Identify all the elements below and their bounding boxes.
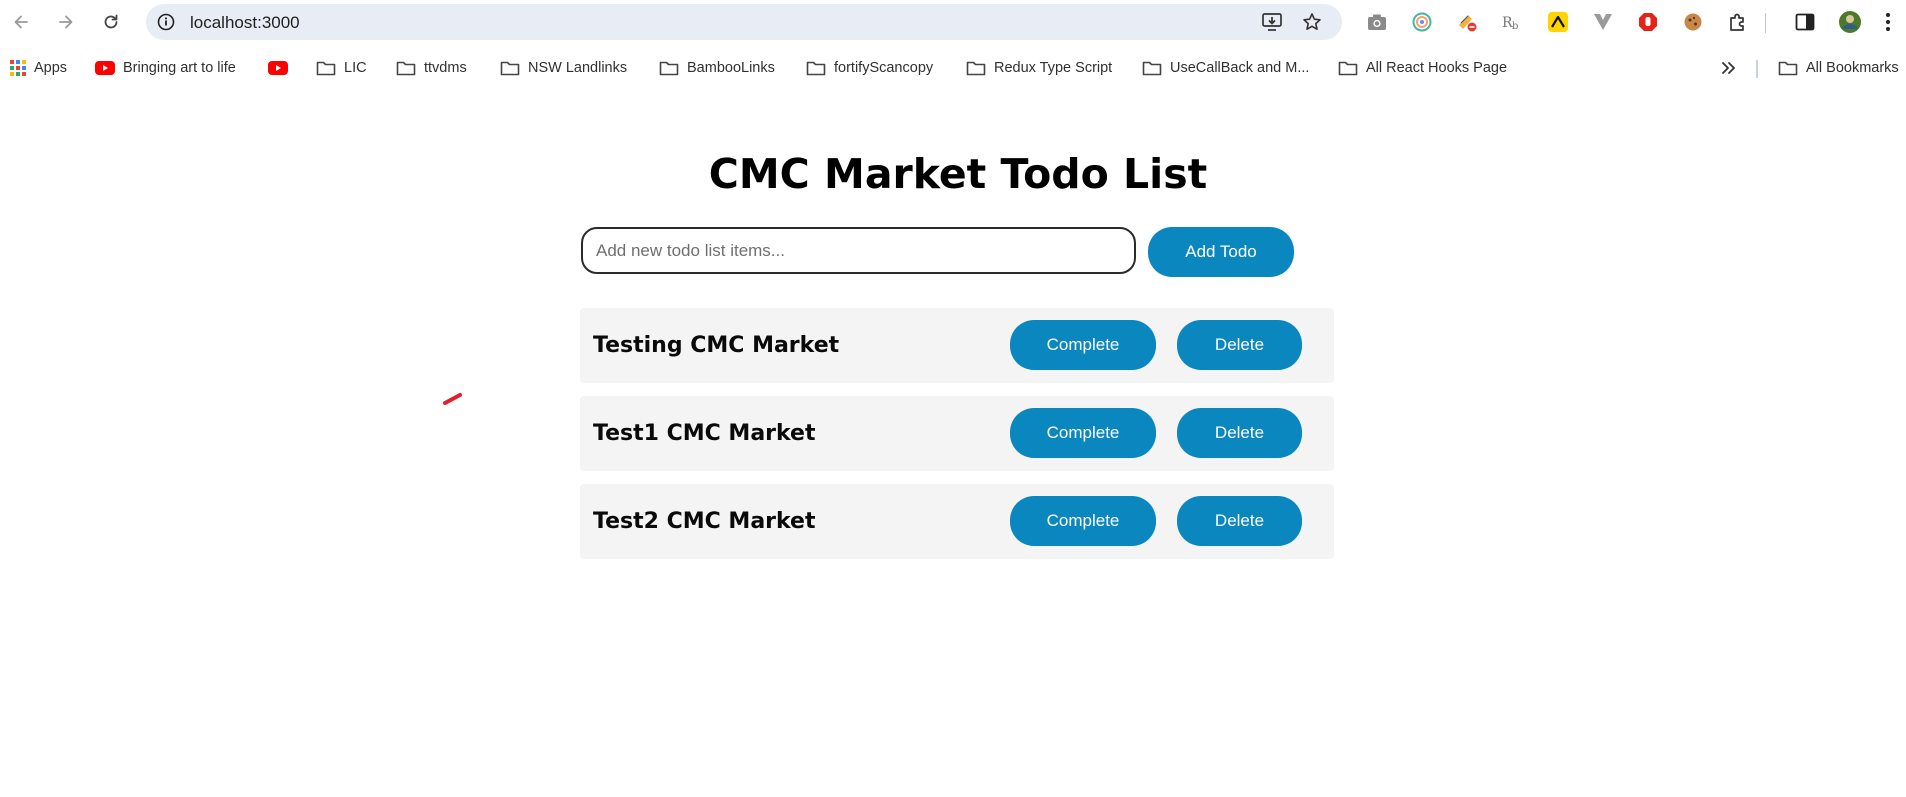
add-todo-button[interactable]: Add Todo xyxy=(1148,227,1294,277)
bookmark-label: Redux Type Script xyxy=(994,60,1113,76)
todo-text: Testing CMC Market xyxy=(593,333,840,358)
yellow-extension-icon[interactable] xyxy=(1546,10,1570,34)
bookmarks-bar: Apps Bringing art to life LIC ttvdms NSW… xyxy=(0,54,1906,84)
url-text[interactable]: localhost:3000 xyxy=(190,13,300,33)
v-extension-icon[interactable] xyxy=(1591,10,1615,34)
folder-icon xyxy=(966,60,986,76)
bookmark-folder-bamboolinks[interactable]: BambooLinks xyxy=(659,56,775,80)
todo-input[interactable] xyxy=(581,227,1136,274)
complete-button[interactable]: Complete xyxy=(1010,320,1156,370)
folder-icon xyxy=(500,60,520,76)
todo-item: Test2 CMC Market Complete Delete xyxy=(580,484,1334,559)
todo-item: Testing CMC Market Complete Delete xyxy=(580,308,1334,383)
bookmark-folder-all-react-hooks[interactable]: All React Hooks Page xyxy=(1338,56,1507,80)
youtube-icon xyxy=(268,61,288,75)
folder-icon xyxy=(316,60,336,76)
extensions-puzzle-icon[interactable] xyxy=(1726,10,1750,34)
red-pen-mark xyxy=(443,392,463,411)
todo-item: Test1 CMC Market Complete Delete xyxy=(580,396,1334,471)
complete-button[interactable]: Complete xyxy=(1010,496,1156,546)
bookmark-folder-usecallback[interactable]: UseCallBack and M... xyxy=(1142,56,1309,80)
target-extension-icon[interactable] xyxy=(1410,10,1434,34)
folder-icon xyxy=(806,60,826,76)
delete-button[interactable]: Delete xyxy=(1177,496,1302,546)
bookmark-label: LIC xyxy=(344,60,367,76)
blocked-extension-icon[interactable] xyxy=(1455,10,1479,34)
toolbar-divider xyxy=(1765,13,1766,33)
todo-text: Test1 CMC Market xyxy=(593,421,816,446)
stop-hand-extension-icon[interactable] xyxy=(1636,10,1660,34)
bookmark-label: BambooLinks xyxy=(687,60,775,76)
delete-button[interactable]: Delete xyxy=(1177,320,1302,370)
bookmark-label: ttvdms xyxy=(424,60,467,76)
complete-button[interactable]: Complete xyxy=(1010,408,1156,458)
browser-toolbar: localhost:3000 Rb xyxy=(0,0,1906,44)
todo-list: Testing CMC Market Complete Delete Test1… xyxy=(580,308,1334,572)
delete-button[interactable]: Delete xyxy=(1177,408,1302,458)
back-arrow-icon[interactable] xyxy=(9,10,33,34)
folder-icon xyxy=(396,60,416,76)
profile-avatar[interactable] xyxy=(1838,10,1862,34)
all-bookmarks-label: All Bookmarks xyxy=(1806,60,1899,76)
cookie-extension-icon[interactable] xyxy=(1681,10,1705,34)
apps-grid-icon xyxy=(10,60,26,76)
all-bookmarks-folder[interactable]: All Bookmarks xyxy=(1778,56,1899,80)
reader-extension-icon[interactable]: Rb xyxy=(1500,10,1524,34)
bookmark-label: UseCallBack and M... xyxy=(1170,60,1310,76)
bookmark-apps[interactable]: Apps xyxy=(10,56,67,80)
browser-menu-icon[interactable] xyxy=(1876,10,1900,34)
bookmark-bringing-art-to-life[interactable]: Bringing art to life xyxy=(95,56,236,80)
bookmark-folder-lic[interactable]: LIC xyxy=(316,56,367,80)
svg-text:b: b xyxy=(1512,21,1518,32)
bookmark-folder-redux-type-script[interactable]: Redux Type Script xyxy=(966,56,1112,80)
install-app-icon[interactable] xyxy=(1260,10,1284,34)
folder-icon xyxy=(1142,60,1162,76)
reload-icon[interactable] xyxy=(99,10,123,34)
todo-text: Test2 CMC Market xyxy=(593,509,816,534)
bookmark-label: fortifyScancopy xyxy=(834,60,934,76)
bookmark-youtube[interactable] xyxy=(268,56,296,80)
page-title: CMC Market Todo List xyxy=(708,150,1208,198)
camera-extension-icon[interactable] xyxy=(1365,10,1389,34)
bookmark-folder-ttvdms[interactable]: ttvdms xyxy=(396,56,467,80)
bookmark-folder-nsw-landlinks[interactable]: NSW Landlinks xyxy=(500,56,627,80)
folder-icon xyxy=(1338,60,1358,76)
bookmark-folder-fortifyscancopy[interactable]: fortifyScancopy xyxy=(806,56,933,80)
bookmark-label: Apps xyxy=(34,60,68,76)
bookmark-label: NSW Landlinks xyxy=(528,60,628,76)
bookmarks-overflow-chevron-icon[interactable] xyxy=(1720,56,1736,80)
side-panel-icon[interactable] xyxy=(1793,10,1817,34)
bookmarks-divider xyxy=(1756,60,1758,78)
youtube-icon xyxy=(95,61,115,75)
folder-icon xyxy=(659,60,679,76)
forward-arrow-icon[interactable] xyxy=(54,10,78,34)
bookmark-label: All React Hooks Page xyxy=(1366,60,1508,76)
address-bar[interactable]: localhost:3000 xyxy=(146,4,1342,40)
site-info-icon[interactable] xyxy=(154,10,178,34)
bookmark-label: Bringing art to life xyxy=(123,60,236,76)
folder-icon xyxy=(1778,60,1798,76)
bookmark-star-icon[interactable] xyxy=(1300,10,1324,34)
